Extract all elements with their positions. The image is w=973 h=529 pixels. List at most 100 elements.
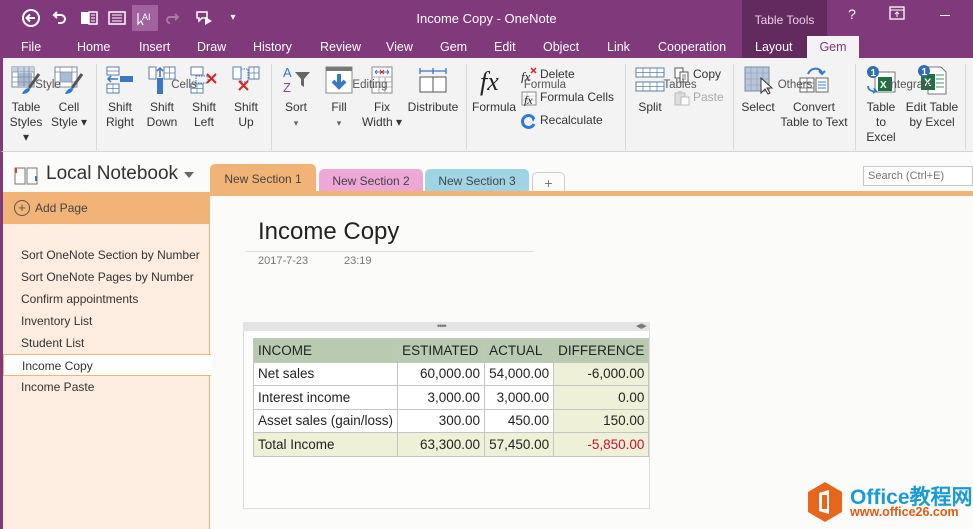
page-item[interactable]: Inventory List [3, 310, 210, 332]
svg-text:fx: fx [524, 93, 533, 106]
page-title[interactable]: Income Copy [258, 218, 399, 246]
page-item[interactable]: Sort OneNote Section by Number [3, 244, 210, 266]
tab-gem-table-active[interactable]: Gem [807, 36, 859, 58]
tab-edit[interactable]: Edit [494, 40, 516, 54]
income-table[interactable]: INCOME ESTIMATED ACTUAL DIFFERENCE Net s… [252, 338, 650, 457]
ribbon-separator [855, 64, 856, 150]
table-cell[interactable]: Net sales [252, 361, 399, 386]
minimize-button[interactable] [930, 6, 960, 22]
tab-cooperation[interactable]: Cooperation [658, 40, 726, 54]
cell-style-button[interactable]: Cell Style ▾ [50, 64, 88, 130]
table-cell[interactable]: 57,450.00 [484, 432, 555, 457]
ribbon-separator [96, 64, 97, 150]
tab-layout[interactable]: Layout [755, 40, 793, 54]
redo-button[interactable] [160, 5, 186, 31]
office-logo-icon [808, 482, 842, 522]
sort-button[interactable]: AZ Sort ▾ [278, 64, 314, 131]
cell-style-label-1: Cell [58, 100, 80, 114]
fill-caret: ▾ [336, 118, 342, 128]
table-cell[interactable]: 300.00 [397, 408, 486, 433]
edit-table-by-excel-button[interactable]: X1 Edit Table by Excel [903, 64, 961, 130]
table-cell[interactable]: Asset sales (gain/loss) [252, 408, 399, 433]
table-total-row: Total Income 63,300.00 57,450.00 -5,850.… [252, 432, 650, 457]
paste-icon [674, 90, 690, 106]
search-input[interactable] [863, 166, 973, 186]
section-tab-2[interactable]: New Section 2 [319, 169, 423, 191]
convert-label-2: Table to Text [780, 115, 848, 129]
shift-up-button[interactable]: Shift Up [228, 64, 264, 130]
container-move-handle[interactable] [243, 322, 650, 331]
section-tab-1[interactable]: New Section 1 [210, 164, 316, 192]
shift-down-button[interactable]: Shift Down [143, 64, 181, 130]
tab-gem[interactable]: Gem [440, 40, 467, 54]
touch-mouse-mode-button[interactable]: AI [132, 5, 158, 31]
add-page-button[interactable] [0, 192, 210, 224]
section-tab-3[interactable]: New Section 3 [425, 169, 529, 191]
resize-arrows-icon[interactable]: ◀▶ [636, 322, 647, 331]
plus-circle-icon: + [14, 200, 30, 216]
table-cell[interactable]: 450.00 [484, 408, 555, 433]
page-item[interactable]: Sort OneNote Pages by Number [3, 266, 210, 288]
shift-left-button[interactable]: Shift Left [186, 64, 222, 130]
notebook-dropdown-icon[interactable] [184, 172, 194, 178]
undo-button[interactable] [46, 5, 72, 31]
fix-width-button[interactable]: Fix Width ▾ [360, 64, 404, 130]
send-to-onenote-button[interactable] [192, 5, 218, 31]
table-cell[interactable]: 63,300.00 [397, 432, 486, 457]
page-time: 23:19 [344, 255, 372, 267]
customize-qat-button[interactable]: ▾ [220, 5, 246, 31]
fill-button[interactable]: Fill ▾ [321, 64, 357, 131]
table-to-excel-button[interactable]: X1 Table to Excel [860, 64, 902, 145]
dock-to-desktop-button[interactable] [76, 5, 102, 31]
recalculate-button[interactable]: Recalculate [521, 110, 603, 130]
add-section-button[interactable]: + [532, 172, 565, 191]
help-button[interactable]: ? [837, 6, 867, 22]
tab-link[interactable]: Link [607, 40, 630, 54]
page-item[interactable]: Student List [3, 332, 210, 354]
table-cell[interactable]: -5,850.00 [553, 432, 650, 457]
full-page-view-button[interactable] [104, 5, 130, 31]
touch-mouse-icon: AI [137, 12, 151, 26]
sort-caret: ▾ [293, 118, 299, 128]
table-cell[interactable]: 3,000.00 [484, 385, 555, 410]
notebook-name[interactable]: Local Notebook [46, 163, 178, 185]
header-cell[interactable]: DIFFERENCE [553, 338, 650, 363]
table-cell[interactable]: 150.00 [553, 408, 650, 433]
tab-history[interactable]: History [253, 40, 292, 54]
table-to-excel-label-2: to Excel [866, 115, 896, 144]
table-styles-button[interactable]: Table Styles ▾ [5, 64, 47, 145]
table-cell[interactable]: 0.00 [553, 385, 650, 410]
table-tools-label: Table Tools [754, 13, 815, 27]
ribbon-display-options-button[interactable] [882, 6, 912, 23]
tab-draw[interactable]: Draw [197, 40, 226, 54]
tab-review[interactable]: Review [320, 40, 361, 54]
table-cell[interactable]: Interest income [252, 385, 399, 410]
table-cell[interactable]: 60,000.00 [397, 361, 486, 386]
table-cell[interactable]: -6,000.00 [553, 361, 650, 386]
header-cell[interactable]: INCOME [252, 338, 399, 363]
drag-dots-icon[interactable]: •••• [437, 322, 447, 331]
page-item-selected[interactable]: Income Copy [3, 354, 211, 376]
tab-insert[interactable]: Insert [139, 40, 170, 54]
ribbon-separator [271, 64, 272, 150]
add-page-label[interactable]: Add Page [35, 201, 88, 215]
table-cell[interactable]: 54,000.00 [484, 361, 555, 386]
split-label: Split [638, 100, 662, 114]
tab-view[interactable]: View [386, 40, 413, 54]
table-cell[interactable]: Total Income [252, 432, 399, 457]
distribute-label: Distribute [407, 100, 459, 114]
ribbon-separator [625, 64, 626, 150]
back-button[interactable] [18, 5, 44, 31]
page-item[interactable]: Income Paste [3, 376, 210, 398]
paste-label: Paste [693, 90, 724, 104]
svg-text:1: 1 [922, 67, 928, 78]
convert-table-to-text-button[interactable]: Convert Table to Text [779, 64, 849, 130]
header-cell[interactable]: ACTUAL [484, 338, 555, 363]
tab-home[interactable]: Home [77, 40, 110, 54]
page-item[interactable]: Confirm appointments [3, 288, 210, 310]
tab-object[interactable]: Object [543, 40, 579, 54]
table-cell[interactable]: 3,000.00 [397, 385, 486, 410]
shift-right-button[interactable]: Shift Right [102, 64, 138, 130]
header-cell[interactable]: ESTIMATED [397, 338, 486, 363]
tab-file[interactable]: File [21, 40, 41, 54]
